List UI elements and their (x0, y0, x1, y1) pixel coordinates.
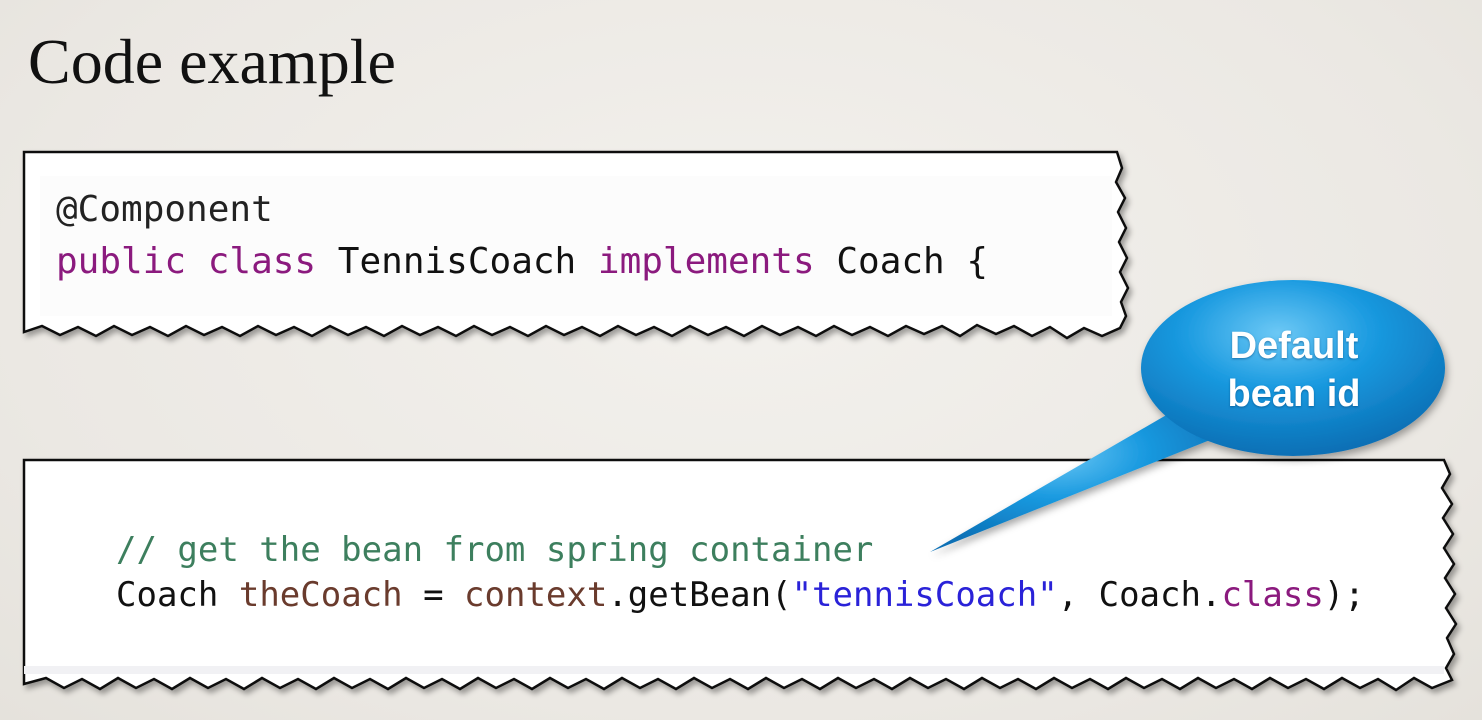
coach-class-ref: , Coach. (1057, 575, 1222, 615)
assign-operator: = (402, 575, 465, 615)
code-block-1: @Component public class TennisCoach impl… (56, 184, 988, 288)
variable-thecoach: theCoach (238, 575, 403, 615)
getbean-call: .getBean( (607, 575, 792, 615)
context-ref: context (464, 575, 608, 615)
annotation-component: @Component (56, 189, 273, 230)
callout-line-2: bean id (1227, 373, 1361, 415)
keyword-class: class (207, 241, 317, 282)
type-coach: Coach (116, 575, 219, 615)
statement-end: ); (1323, 575, 1365, 615)
keyword-implements: implements (597, 241, 815, 282)
keyword-class: class (1221, 575, 1324, 615)
keyword-public: public (56, 241, 187, 282)
callout-line-1: Default (1229, 325, 1359, 367)
code-snippet-getbean: // get the bean from spring container Co… (22, 458, 1467, 703)
slide-title: Code example (28, 26, 396, 97)
code-block-2: // get the bean from spring container Co… (116, 528, 1365, 618)
code-comment: // get the bean from spring container (116, 530, 874, 570)
callout-label: Default bean id (1160, 322, 1428, 418)
interface-name: Coach { (836, 241, 989, 282)
code-snippet-component: @Component public class TennisCoach impl… (22, 150, 1132, 350)
bean-id-string: "tennisCoach" (791, 575, 1058, 615)
class-name: TennisCoach (337, 241, 577, 282)
